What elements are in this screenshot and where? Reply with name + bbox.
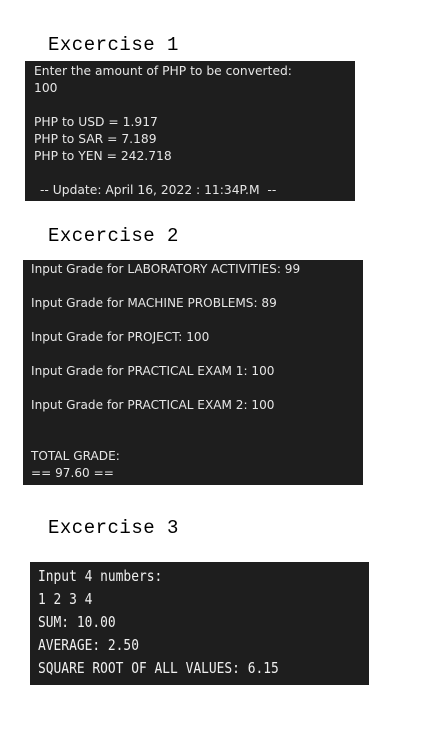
terminal-line: PHP to USD = 1.917 (34, 115, 158, 129)
exercise-1-title: Excercise 1 (48, 34, 179, 56)
terminal-line: == 97.60 == (31, 466, 114, 480)
terminal-line: TOTAL GRADE: (31, 449, 120, 463)
terminal-line: -- Update: April 16, 2022 : 11:34P.M -- (40, 183, 277, 197)
exercise-2-terminal-output: Input Grade for LABORATORY ACTIVITIES: 9… (23, 260, 363, 485)
terminal-line: 100 (34, 81, 58, 95)
terminal-line: PHP to YEN = 242.718 (34, 149, 172, 163)
exercise-3-title: Excercise 3 (48, 517, 179, 539)
terminal-line: Input Grade for PROJECT: 100 (31, 330, 210, 344)
terminal-line: SQUARE ROOT OF ALL VALUES: 6.15 (38, 659, 279, 677)
terminal-line: Input Grade for MACHINE PROBLEMS: 89 (31, 296, 277, 310)
terminal-line: Input Grade for LABORATORY ACTIVITIES: 9… (31, 262, 301, 276)
terminal-line: PHP to SAR = 7.189 (34, 132, 157, 146)
terminal-line: SUM: 10.00 (38, 613, 116, 631)
terminal-line: 1 2 3 4 (38, 590, 93, 608)
exercise-1-terminal-output: Enter the amount of PHP to be converted:… (25, 61, 355, 201)
terminal-line: Enter the amount of PHP to be converted: (34, 64, 292, 78)
exercise-2-title: Excercise 2 (48, 225, 179, 247)
terminal-line: Input Grade for PRACTICAL EXAM 2: 100 (31, 398, 275, 412)
terminal-line: AVERAGE: 2.50 (38, 636, 139, 654)
exercise-3-terminal-output: Input 4 numbers: 1 2 3 4 SUM: 10.00 AVER… (30, 562, 369, 685)
terminal-line: Input 4 numbers: (38, 567, 163, 585)
terminal-line: Input Grade for PRACTICAL EXAM 1: 100 (31, 364, 275, 378)
